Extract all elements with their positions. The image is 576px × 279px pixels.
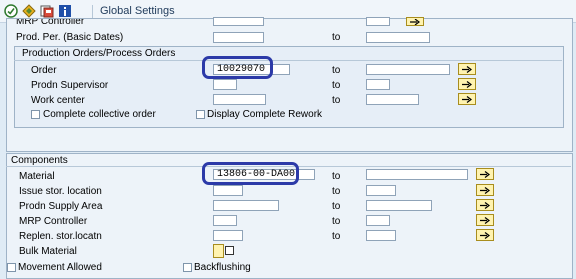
material-label: Material <box>19 171 55 182</box>
mrp-controller-comp-to-label: to <box>332 216 341 227</box>
prod-per-from-input[interactable] <box>213 32 264 43</box>
prodn-supervisor-label: Prodn Supervisor <box>31 80 109 91</box>
material-multi-select-button[interactable] <box>476 168 494 180</box>
display-complete-rework-label: Display Complete Rework <box>207 109 323 120</box>
replen-stor-locatn-to-label: to <box>332 231 341 242</box>
order-label: Order <box>31 65 57 76</box>
prod-per-to-input[interactable] <box>366 32 430 43</box>
prodn-supervisor-to-input[interactable] <box>366 79 390 90</box>
work-center-to-input[interactable] <box>366 94 419 105</box>
replen-stor-locatn-to-input[interactable] <box>366 230 396 241</box>
work-center-to-label: to <box>332 95 341 106</box>
issue-stor-location-to-label: to <box>332 186 341 197</box>
toolbar-separator <box>92 5 93 18</box>
mrp-controller-comp-multi-select-button[interactable] <box>476 214 494 226</box>
prodn-supply-area-multi-select-button[interactable] <box>476 199 494 211</box>
save-variant-icon[interactable] <box>40 4 54 18</box>
work-center-label: Work center <box>31 95 85 106</box>
prod-per-label: Prod. Per. (Basic Dates) <box>16 32 124 43</box>
execute-icon[interactable] <box>4 4 18 18</box>
issue-stor-location-from-input[interactable] <box>213 185 243 196</box>
replen-stor-locatn-multi-select-button[interactable] <box>476 229 494 241</box>
movement-allowed-label: Movement Allowed <box>18 262 102 273</box>
components-title: Components <box>11 155 68 166</box>
work-center-from-input[interactable] <box>213 94 266 105</box>
issue-stor-location-multi-select-button[interactable] <box>476 184 494 196</box>
issue-stor-location-to-input[interactable] <box>366 185 396 196</box>
prodn-supply-area-label: Prodn Supply Area <box>19 201 103 212</box>
prodn-supervisor-from-input[interactable] <box>213 79 237 90</box>
material-highlight-box <box>202 162 299 185</box>
order-to-input[interactable] <box>366 64 450 75</box>
mrp-controller-label: MRP Controller <box>19 216 88 227</box>
backflushing-checkbox[interactable] <box>183 263 192 272</box>
order-to-label: to <box>332 65 341 76</box>
movement-allowed-checkbox[interactable] <box>7 263 16 272</box>
mrp-controller-multi-select-button[interactable] <box>406 17 424 26</box>
complete-collective-order-checkbox[interactable] <box>31 110 40 119</box>
bulk-material-search-help-icon[interactable] <box>225 246 234 255</box>
global-settings-button[interactable]: Global Settings <box>100 5 175 17</box>
issue-stor-location-label: Issue stor. location <box>19 186 102 197</box>
production-orders-title: Production Orders/Process Orders <box>22 48 176 59</box>
prodn-supervisor-to-label: to <box>332 80 341 91</box>
prodn-supply-area-from-input[interactable] <box>213 200 279 211</box>
prodn-supply-area-to-input[interactable] <box>366 200 432 211</box>
prod-per-to-label: to <box>332 32 341 43</box>
material-to-label: to <box>332 171 341 182</box>
material-to-input[interactable] <box>366 169 468 180</box>
complete-collective-order-label: Complete collective order <box>43 109 156 120</box>
mrp-controller-comp-from-input[interactable] <box>213 215 237 226</box>
info-icon[interactable] <box>58 4 72 18</box>
backflushing-label: Backflushing <box>194 262 251 273</box>
replen-stor-locatn-label: Replen. stor.locatn <box>19 231 102 242</box>
prodn-supply-area-to-label: to <box>332 201 341 212</box>
work-center-multi-select-button[interactable] <box>458 93 476 105</box>
mrp-controller-to-input[interactable] <box>366 17 390 26</box>
mrp-controller-from-input[interactable] <box>213 17 264 26</box>
bulk-material-field[interactable] <box>213 244 224 258</box>
order-highlight-box <box>202 56 273 79</box>
order-multi-select-button[interactable] <box>458 63 476 75</box>
production-orders-title-separator <box>14 60 562 61</box>
display-complete-rework-checkbox[interactable] <box>196 110 205 119</box>
mrp-controller-comp-to-input[interactable] <box>366 215 390 226</box>
bulk-material-label: Bulk Material <box>19 246 77 257</box>
prodn-supervisor-multi-select-button[interactable] <box>458 78 476 90</box>
replen-stor-locatn-from-input[interactable] <box>213 230 243 241</box>
variant-icon[interactable] <box>22 4 36 18</box>
